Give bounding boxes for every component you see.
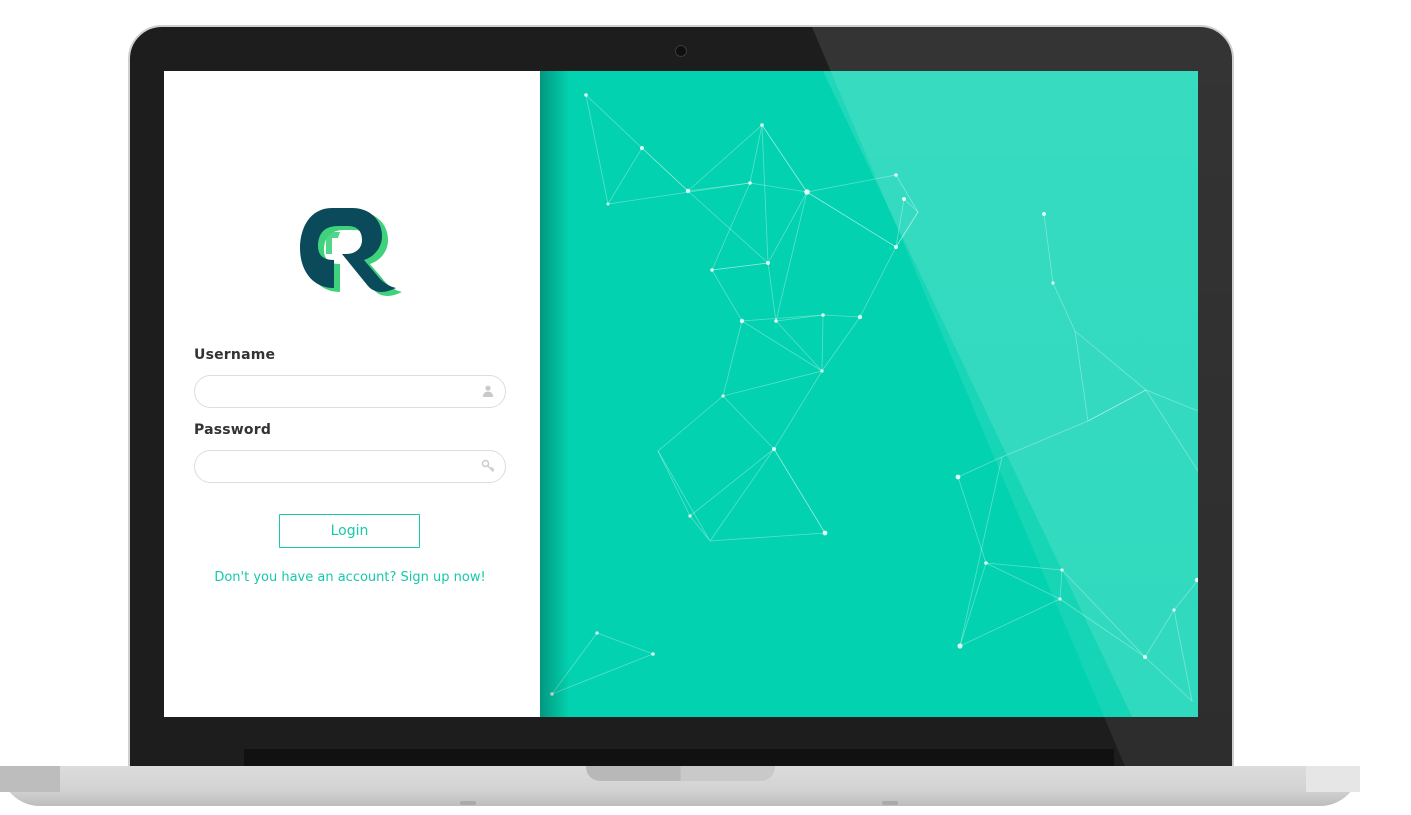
login-button[interactable]: Login bbox=[279, 514, 420, 548]
laptop-mockup: Username Password Login Don't you have a… bbox=[0, 0, 1411, 815]
user-icon bbox=[483, 385, 493, 397]
webcam bbox=[675, 45, 687, 57]
network-background-panel bbox=[540, 71, 1198, 717]
password-input[interactable] bbox=[207, 451, 471, 484]
username-label: Username bbox=[194, 347, 276, 363]
base-edge-right bbox=[1306, 766, 1360, 792]
base-edge-left bbox=[0, 766, 60, 792]
r-logo bbox=[300, 208, 402, 296]
panel-shadow bbox=[540, 71, 570, 717]
key-icon bbox=[481, 459, 495, 472]
laptop-hinge bbox=[244, 749, 1114, 766]
signup-link[interactable]: Don't you have an account? Sign up now! bbox=[164, 570, 536, 585]
laptop-foot-left bbox=[460, 801, 476, 805]
username-field[interactable] bbox=[194, 375, 506, 409]
laptop-screen: Username Password Login Don't you have a… bbox=[164, 71, 1198, 717]
password-label: Password bbox=[194, 422, 272, 438]
base-notch bbox=[586, 766, 775, 781]
username-input[interactable] bbox=[207, 376, 471, 409]
login-panel: Username Password Login Don't you have a… bbox=[164, 71, 540, 717]
laptop-foot-right bbox=[882, 801, 898, 805]
password-field[interactable] bbox=[194, 450, 506, 484]
